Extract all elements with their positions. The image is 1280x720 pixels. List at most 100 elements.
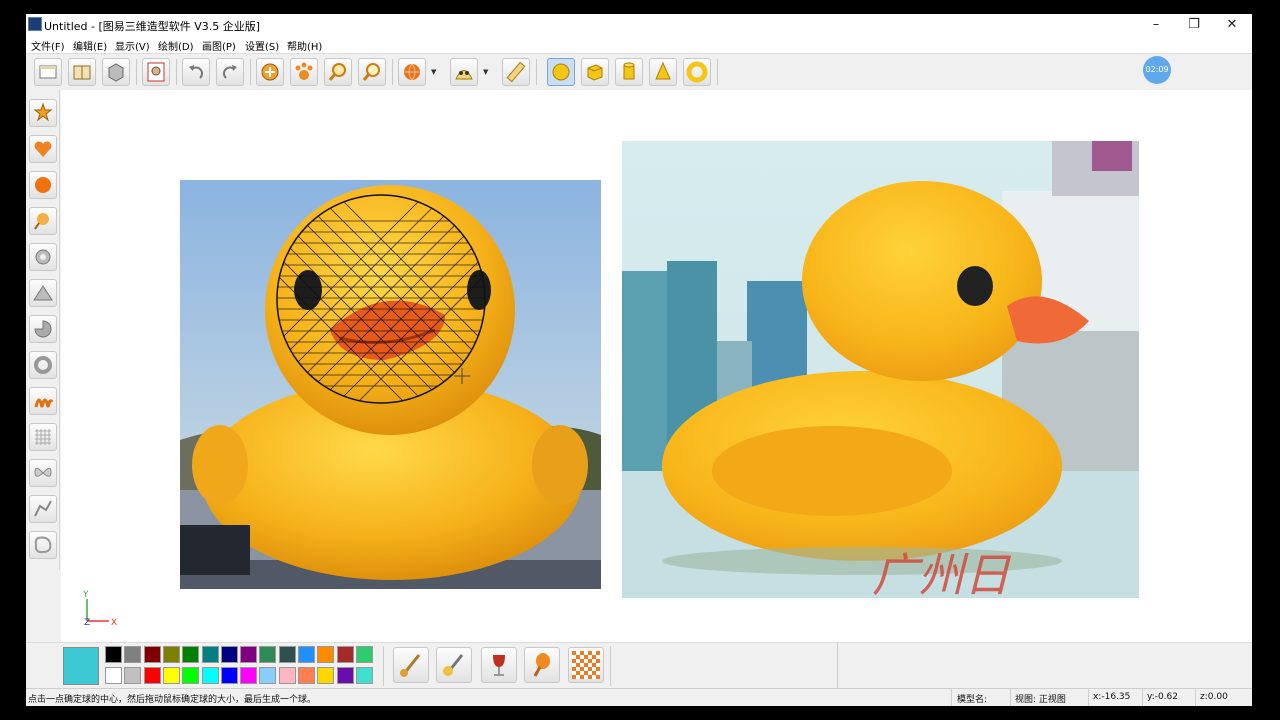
render-icon[interactable] (450, 58, 478, 86)
left-toolbar (26, 90, 60, 570)
status-model-name: 模型名: (957, 695, 988, 705)
status-x: x:-16.35 (1093, 692, 1131, 702)
color-swatch[interactable] (162, 646, 180, 663)
color-swatch[interactable] (201, 646, 219, 663)
lathe-icon[interactable] (29, 207, 57, 235)
axis-x-label: X (111, 618, 117, 628)
brush-icon[interactable] (393, 647, 429, 683)
maximize-button[interactable]: ❐ (1176, 16, 1212, 34)
duck-photo-left (180, 180, 601, 589)
zoom-in-icon[interactable] (324, 58, 352, 86)
window-title: Untitled - [图易三维造型软件 V3.5 企业版] (44, 20, 261, 33)
close-button[interactable]: ✕ (1214, 16, 1250, 34)
zoom-out-icon[interactable] (358, 58, 386, 86)
color-swatch[interactable] (201, 667, 219, 684)
current-color-swatch[interactable] (63, 647, 99, 685)
color-swatch[interactable] (162, 667, 180, 684)
ruler-icon[interactable] (502, 58, 530, 86)
menu-paint[interactable]: 画图(P) (202, 38, 236, 53)
color-swatch[interactable] (124, 646, 142, 663)
cone-icon[interactable] (649, 58, 677, 86)
open-icon[interactable] (68, 58, 96, 86)
pan-icon[interactable] (290, 58, 318, 86)
new-icon[interactable] (34, 58, 62, 86)
model-canvas[interactable]: 广州日 (61, 90, 1252, 642)
color-swatch[interactable] (298, 646, 315, 663)
watermark-text: 广州日 (872, 548, 1012, 598)
texture-icon[interactable] (568, 647, 604, 683)
color-swatch[interactable] (317, 667, 335, 684)
minimize-button[interactable]: – (1138, 16, 1174, 34)
app-window: Untitled - [图易三维造型软件 V3.5 企业版] – ❐ ✕ 文件(… (26, 14, 1252, 706)
cylinder-icon[interactable] (615, 58, 643, 86)
mountain-icon[interactable] (29, 279, 57, 307)
star-icon[interactable] (29, 99, 57, 127)
butterfly-icon[interactable] (29, 459, 57, 487)
color-swatch[interactable] (336, 646, 354, 663)
pie-icon[interactable] (29, 315, 57, 343)
axis-z-label: Z (84, 618, 90, 628)
status-z: z:0.00 (1200, 692, 1228, 702)
color-swatch[interactable] (240, 667, 258, 684)
recording-timer: 02:09 (1143, 56, 1171, 84)
status-view: 视图: 正视图 (1015, 695, 1066, 705)
color-swatch[interactable] (355, 646, 373, 663)
color-swatch[interactable] (143, 646, 161, 663)
cube-icon[interactable] (581, 58, 609, 86)
spray-icon[interactable] (524, 647, 560, 683)
sphere-icon[interactable] (547, 58, 575, 86)
spring-icon[interactable] (29, 387, 57, 415)
status-y: y:-0.62 (1147, 692, 1178, 702)
glass-icon[interactable] (481, 647, 517, 683)
status-hint: 点击一点确定球的中心，然后拖动鼠标确定球的大小，最后生成一个球。 (28, 695, 317, 705)
main-toolbar: ▼ ▼ (26, 53, 1252, 89)
color-swatch[interactable] (336, 667, 354, 684)
color-swatch[interactable] (278, 646, 296, 663)
color-swatch[interactable] (355, 667, 373, 684)
color-swatch[interactable] (105, 667, 122, 684)
gear-icon[interactable] (29, 243, 57, 271)
color-palette (26, 642, 1252, 689)
color-swatch[interactable] (240, 646, 258, 663)
ring-icon[interactable] (29, 351, 57, 379)
material-dropdown-icon[interactable]: ▼ (431, 68, 436, 76)
paint-tool-icon[interactable] (436, 647, 472, 683)
axis-y-label: Y (82, 590, 89, 600)
title-bar: Untitled - [图易三维造型软件 V3.5 企业版] – ❐ ✕ (26, 14, 1252, 36)
print-icon[interactable] (142, 58, 170, 86)
sphere-tool-icon[interactable] (29, 171, 57, 199)
render-dropdown-icon[interactable]: ▼ (483, 68, 488, 76)
app-logo-icon (28, 17, 42, 31)
grid-icon[interactable] (29, 423, 57, 451)
duck-photo-right: 广州日 (622, 141, 1139, 598)
menu-bar: 文件(F) 编辑(E) 显示(V) 绘制(D) 画图(P) 设置(S) 帮助(H… (26, 36, 1252, 53)
status-bar: 点击一点确定球的中心，然后拖动鼠标确定球的大小，最后生成一个球。 模型名: 视图… (26, 688, 1252, 706)
save-icon[interactable] (102, 58, 130, 86)
menu-file[interactable]: 文件(F) (31, 38, 65, 53)
color-swatch[interactable] (220, 646, 238, 663)
path-icon[interactable] (29, 495, 57, 523)
torus-icon[interactable] (683, 58, 711, 86)
heart-icon[interactable] (29, 135, 57, 163)
undo-icon[interactable] (182, 58, 210, 86)
material-icon[interactable] (398, 58, 426, 86)
menu-edit[interactable]: 编辑(E) (73, 38, 107, 53)
menu-view[interactable]: 显示(V) (115, 38, 150, 53)
color-swatch[interactable] (182, 646, 200, 663)
color-swatch[interactable] (298, 667, 315, 684)
color-swatch[interactable] (182, 667, 200, 684)
redo-icon[interactable] (216, 58, 244, 86)
color-swatch[interactable] (259, 646, 277, 663)
menu-settings[interactable]: 设置(S) (245, 38, 279, 53)
blob-icon[interactable] (29, 531, 57, 559)
color-swatch[interactable] (143, 667, 161, 684)
color-swatch[interactable] (220, 667, 238, 684)
menu-draw[interactable]: 绘制(D) (158, 38, 194, 53)
color-swatch[interactable] (259, 667, 277, 684)
color-swatch[interactable] (317, 646, 335, 663)
color-swatch[interactable] (124, 667, 142, 684)
color-swatch[interactable] (105, 646, 122, 663)
color-swatch[interactable] (278, 667, 296, 684)
rotate-icon[interactable] (256, 58, 284, 86)
menu-help[interactable]: 帮助(H) (287, 38, 322, 53)
